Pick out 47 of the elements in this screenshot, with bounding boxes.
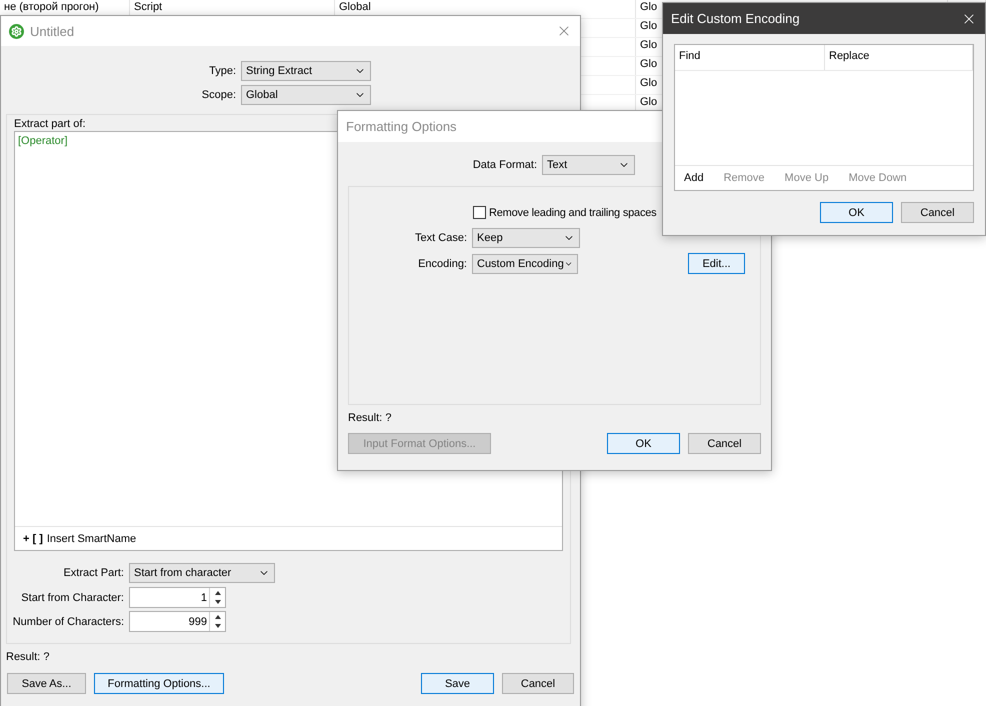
field-label: Start from Character:	[20, 592, 124, 604]
group-label: Extract part of:	[14, 118, 86, 130]
dialog-button[interactable]: Cancel	[502, 673, 574, 694]
gear-icon	[9, 24, 24, 38]
dialog-button[interactable]: Save As...	[7, 673, 86, 694]
window-title: Edit Custom Encoding	[671, 11, 801, 26]
table-cell: Glo	[640, 39, 658, 51]
expression-text: [Operator]	[17, 134, 69, 149]
table-cell: не (второй прогон)	[4, 1, 99, 13]
dialog-button[interactable]: OK	[607, 433, 680, 454]
number-field[interactable]: 1	[129, 587, 226, 608]
edit-button[interactable]: Edit...	[688, 253, 745, 274]
checkbox[interactable]	[473, 206, 486, 219]
dialog-button[interactable]: Cancel	[901, 202, 974, 223]
window-title: Formatting Options	[346, 119, 458, 134]
field-label: Number of Characters:	[12, 616, 124, 628]
dropdown[interactable]: String Extract	[241, 61, 371, 81]
result-text: Result: ?	[348, 412, 392, 424]
table-cell: Glo	[640, 1, 658, 13]
column-header: Find	[675, 45, 825, 70]
result-text: Result: ?	[6, 651, 50, 663]
field-label: Type:	[208, 65, 236, 77]
table-cell: Glo	[640, 58, 658, 70]
dropdown[interactable]: Custom Encoding	[472, 254, 578, 274]
field-label: Text Case:	[414, 232, 467, 244]
field-label: Scope:	[200, 89, 236, 101]
number-field[interactable]: 999	[129, 611, 226, 632]
field-label: Extract Part:	[62, 567, 124, 579]
dialog-button[interactable]: OK	[820, 202, 893, 223]
insert-smartname-button[interactable]: + [ ] Insert SmartName	[23, 532, 136, 544]
window-title: Untitled	[30, 24, 76, 38]
field-label: Data Format:	[472, 159, 537, 171]
dropdown[interactable]: Keep	[472, 228, 580, 248]
dialog-button[interactable]: Formatting Options...	[94, 673, 224, 694]
dialog-button[interactable]: Save	[421, 673, 494, 694]
table-cell: Glo	[640, 20, 658, 32]
table-cell: Glo	[640, 77, 658, 89]
table-cell: Global	[339, 1, 371, 13]
table-cell: Glo	[640, 96, 658, 108]
dialog-button[interactable]: Cancel	[688, 433, 761, 454]
field-label: Encoding:	[417, 258, 467, 270]
column-header: Replace	[825, 45, 973, 70]
dropdown[interactable]: Global	[241, 85, 371, 105]
dropdown[interactable]: Text	[542, 155, 635, 175]
toolbar-button[interactable]: Add	[684, 172, 704, 184]
dropdown[interactable]: Start from character	[129, 563, 275, 583]
table-cell: Script	[134, 1, 162, 13]
